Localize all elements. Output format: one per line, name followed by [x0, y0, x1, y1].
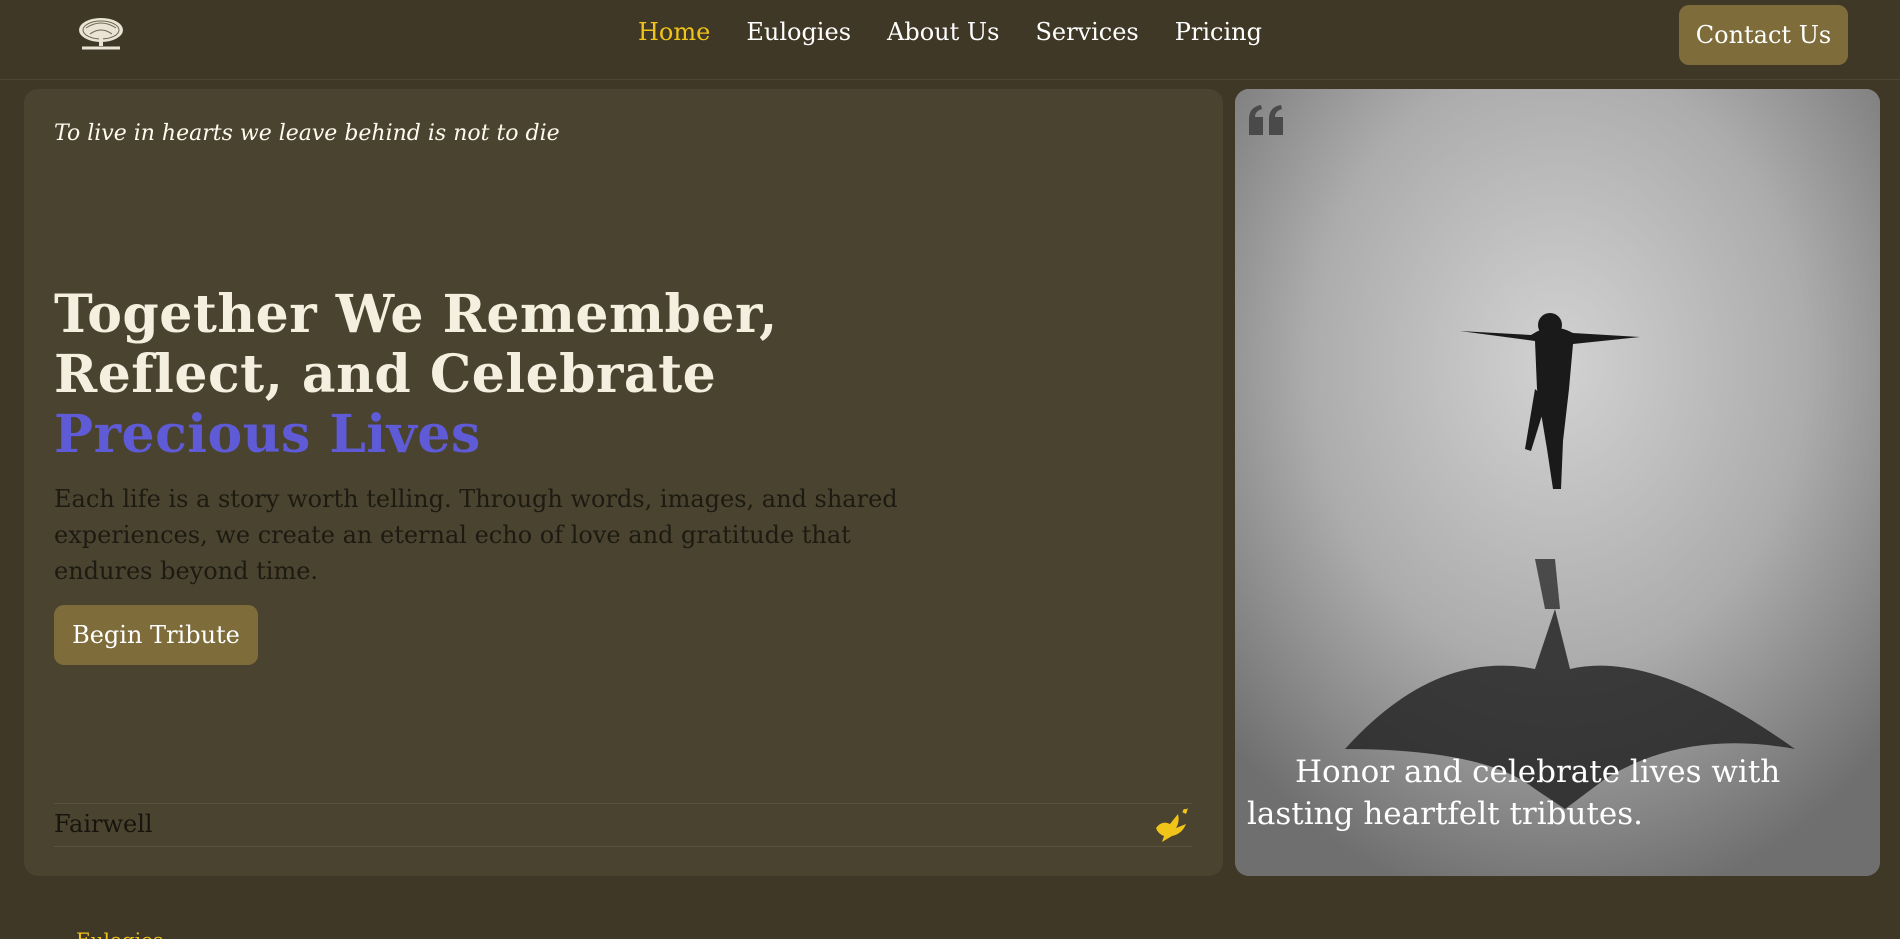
nav-link-services[interactable]: Services: [1035, 18, 1138, 46]
footer-label: Fairwell: [54, 810, 153, 838]
nav-link-home[interactable]: Home: [638, 18, 710, 46]
hero-card: To live in hearts we leave behind is not…: [24, 89, 1223, 876]
memorial-image-card: Honor and celebrate lives with lasting h…: [1235, 89, 1880, 876]
headline-line-2: Reflect, and Celebrate: [54, 344, 717, 405]
nav-link-about-us[interactable]: About Us: [887, 18, 999, 46]
contact-us-button[interactable]: Contact Us: [1679, 5, 1848, 65]
top-nav: Home Eulogies About Us Services Pricing …: [0, 0, 1900, 80]
hero-quote: To live in hearts we leave behind is not…: [54, 121, 560, 146]
nav-link-pricing[interactable]: Pricing: [1175, 18, 1262, 46]
nav-link-eulogies[interactable]: Eulogies: [746, 18, 851, 46]
quote-mark-icon: [1247, 103, 1287, 137]
hero-footer-strip: Fairwell: [54, 803, 1192, 847]
tree-logo-icon[interactable]: [76, 16, 126, 52]
headline-accent: Precious Lives: [54, 404, 481, 465]
eulogies-section-label: Eulogies: [76, 928, 163, 939]
begin-tribute-button[interactable]: Begin Tribute: [54, 605, 258, 665]
main-menu: Home Eulogies About Us Services Pricing: [638, 18, 1262, 46]
dove-icon: [1152, 806, 1192, 844]
hero-description: Each life is a story worth telling. Thro…: [54, 485, 898, 585]
image-caption: Honor and celebrate lives with lasting h…: [1247, 754, 1781, 832]
hero-headline: Together We Remember, Reflect, and Celeb…: [54, 285, 954, 465]
headline-line-1: Together We Remember,: [54, 284, 778, 345]
